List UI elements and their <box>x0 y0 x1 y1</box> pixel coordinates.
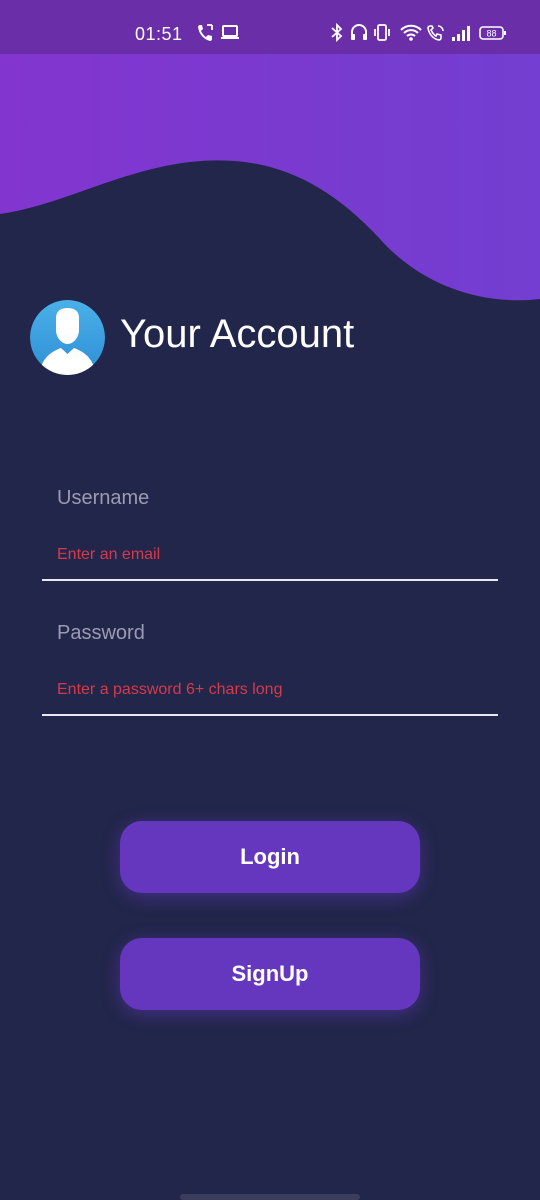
battery-level: 88 <box>486 29 496 39</box>
login-button[interactable]: Login <box>120 821 420 893</box>
signal-icon <box>452 26 470 41</box>
vibrate-icon <box>374 24 390 41</box>
bluetooth-icon <box>331 22 343 43</box>
wifi-icon <box>400 24 422 41</box>
password-error: Enter a password 6+ chars long <box>57 681 283 698</box>
battery-icon: 88 <box>479 26 506 40</box>
laptop-icon <box>221 25 239 39</box>
signup-button[interactable]: SignUp <box>120 938 420 1010</box>
wifi-call-icon <box>427 25 444 41</box>
headphones-icon <box>351 24 367 40</box>
home-indicator[interactable] <box>180 1194 360 1200</box>
status-time: 01:51 <box>135 24 183 44</box>
username-field[interactable]: Username Enter an email <box>42 471 498 581</box>
user-avatar-icon <box>30 300 105 375</box>
call-icon <box>198 24 213 41</box>
password-field[interactable]: Password Enter a password 6+ chars long <box>42 606 498 716</box>
page-title: Your Account <box>120 312 355 356</box>
username-error: Enter an email <box>57 546 161 563</box>
status-bar: 01:51 88 <box>0 0 540 54</box>
header-wave <box>0 54 540 301</box>
